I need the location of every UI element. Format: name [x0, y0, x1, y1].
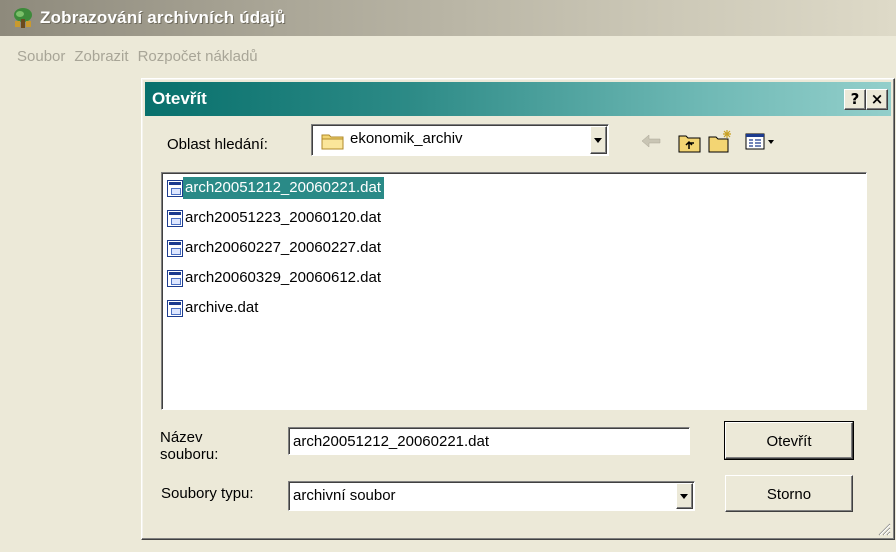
menu-item-soubor[interactable]: Soubor: [0, 48, 74, 65]
filetype-combobox[interactable]: archivní soubor: [288, 481, 695, 511]
dat-file-icon: [167, 209, 183, 227]
open-button[interactable]: Otevřít: [724, 421, 854, 460]
menu-item-zobrazit[interactable]: Zobrazit: [74, 48, 137, 65]
folder-icon: [321, 132, 345, 155]
dat-file-icon: [167, 239, 183, 257]
filename-label: Název souboru:: [160, 429, 219, 463]
menu-item-rozpocet[interactable]: Rozpočet nákladů: [138, 48, 267, 65]
app-icon: [12, 7, 34, 29]
look-in-label: Oblast hledání:: [167, 136, 268, 153]
look-in-value: ekonomik_archiv: [350, 130, 463, 147]
filetype-dropdown-arrow[interactable]: [676, 483, 693, 509]
up-folder-icon[interactable]: [678, 133, 702, 158]
dat-file-icon: [167, 299, 183, 317]
look-in-dropdown-arrow[interactable]: [590, 126, 607, 154]
back-arrow-icon[interactable]: [640, 133, 662, 154]
dat-file-icon: [167, 269, 183, 287]
list-item[interactable]: arch20060329_20060612.dat: [167, 266, 384, 290]
new-folder-icon[interactable]: [708, 129, 734, 158]
file-name: arch20051223_20060120.dat: [185, 209, 382, 226]
file-name: arch20060329_20060612.dat: [185, 269, 382, 286]
file-name: arch20051212_20060221.dat: [183, 177, 385, 199]
filetype-value: archivní soubor: [293, 487, 396, 504]
open-dialog: Otevřít ? × Oblast hledání: ekonomik_arc…: [141, 78, 895, 540]
filetype-label: Soubory typu:: [161, 485, 254, 502]
list-item[interactable]: arch20060227_20060227.dat: [167, 236, 384, 260]
help-button[interactable]: ?: [844, 89, 866, 110]
cancel-button[interactable]: Storno: [725, 475, 853, 512]
dat-file-icon: [167, 179, 183, 197]
close-button[interactable]: ×: [866, 89, 888, 110]
look-in-combobox[interactable]: ekonomik_archiv: [311, 124, 609, 156]
main-window-titlebar[interactable]: Zobrazování archivních údajů: [0, 0, 896, 36]
file-name: arch20060227_20060227.dat: [185, 239, 382, 256]
file-list[interactable]: arch20051212_20060221.dat arch20051223_2…: [161, 172, 867, 410]
dialog-title: Otevřít: [152, 89, 207, 108]
resize-grip-icon[interactable]: [877, 522, 891, 536]
list-item[interactable]: arch20051212_20060221.dat: [167, 176, 385, 200]
window-title: Zobrazování archivních údajů: [40, 8, 286, 27]
view-menu-icon[interactable]: [745, 133, 777, 156]
list-item[interactable]: archive.dat: [167, 296, 261, 320]
file-name: archive.dat: [185, 299, 259, 316]
menu-bar: Soubor Zobrazit Rozpočet nákladů: [0, 44, 267, 68]
filename-input[interactable]: arch20051212_20060221.dat: [288, 427, 690, 455]
list-item[interactable]: arch20051223_20060120.dat: [167, 206, 384, 230]
dialog-titlebar[interactable]: Otevřít ? ×: [145, 82, 891, 116]
